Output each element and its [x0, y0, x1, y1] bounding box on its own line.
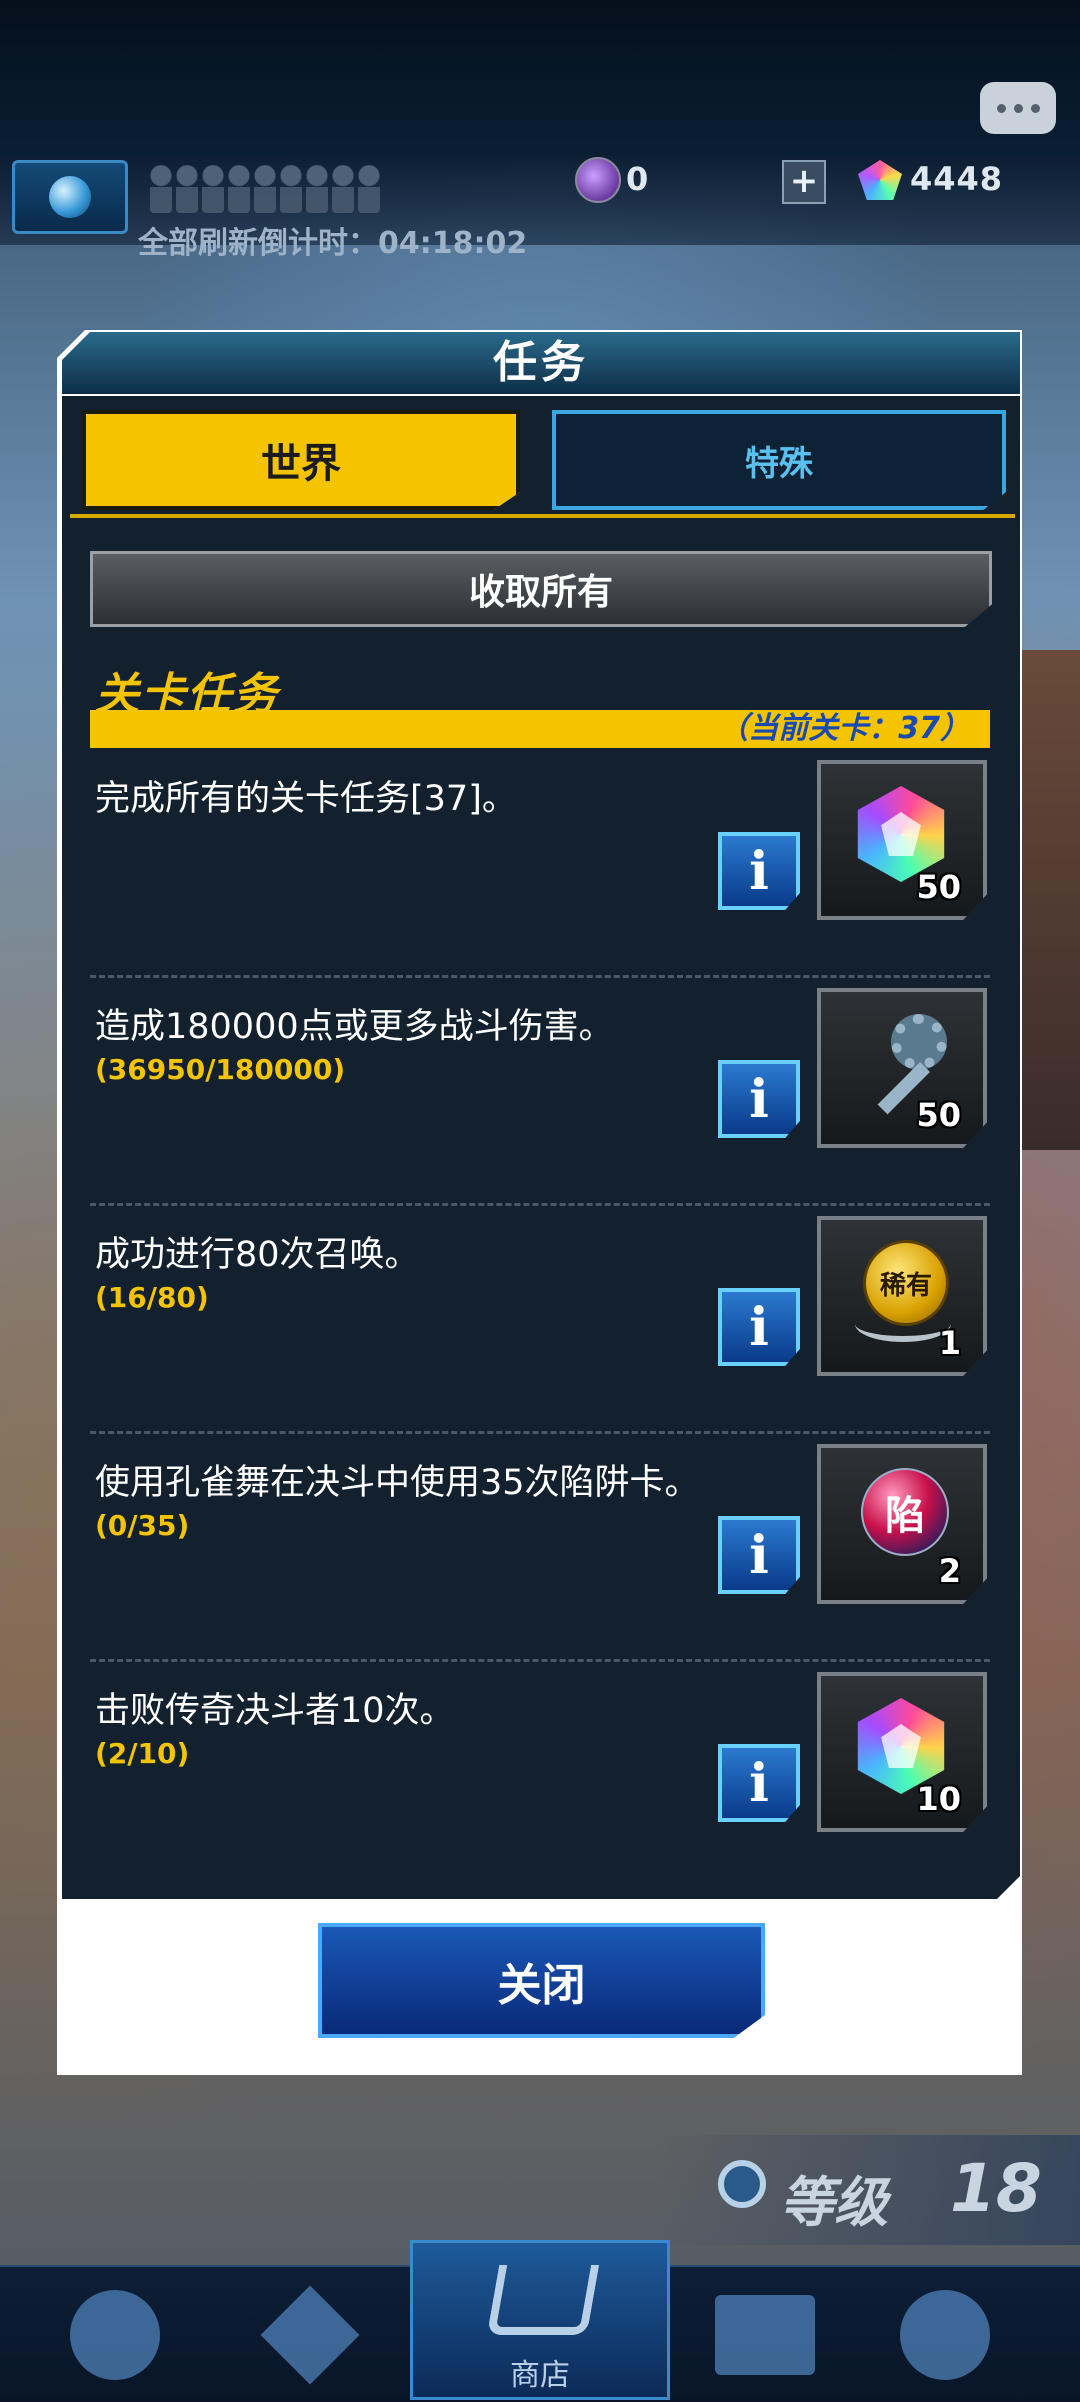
reward-quantity: 2: [938, 1552, 961, 1590]
cards-icon: [715, 2295, 815, 2375]
mission-progress: (2/10): [95, 1737, 190, 1770]
level-value: 18: [950, 2150, 1042, 2227]
mission-description: 成功进行80次召唤。: [95, 1235, 420, 1275]
tab-special[interactable]: 特殊: [552, 410, 1006, 510]
duelist-gear-icon: [70, 2290, 160, 2380]
mission-progress: (0/35): [95, 1509, 190, 1542]
nav-duel[interactable]: [245, 2275, 375, 2395]
cart-icon: [486, 2265, 600, 2335]
info-button[interactable]: i: [718, 1516, 800, 1594]
current-stage-label: （当前关卡：37）: [718, 711, 970, 746]
info-button[interactable]: i: [718, 1060, 800, 1138]
mission-description: 击败传奇决斗者10次。: [95, 1691, 455, 1731]
reward-slot[interactable]: 稀有 1: [817, 1216, 987, 1376]
nav-shop-label: 商店: [510, 2358, 570, 2393]
fist-emblem-icon: [900, 2290, 990, 2380]
player-silhouette-icon: [176, 165, 198, 213]
mission-item: 击败传奇决斗者10次。 (2/10) i 10: [90, 1662, 990, 1887]
mission-description: 完成所有的关卡任务[37]。: [95, 779, 517, 819]
nav-social[interactable]: [880, 2275, 1010, 2395]
add-currency-button[interactable]: +: [782, 160, 826, 204]
trap-orb-icon: 陷: [861, 1468, 949, 1556]
level-label: 等级: [780, 2171, 888, 2234]
reward-slot[interactable]: 陷 2: [817, 1444, 987, 1604]
dialog-title: 任务: [493, 337, 589, 388]
reward-quantity: 50: [916, 868, 961, 906]
globe-icon: [49, 176, 91, 218]
mission-progress: (36950/180000): [95, 1053, 346, 1086]
gem-count: 4448: [910, 160, 1004, 198]
reward-quantity: 50: [916, 1096, 961, 1134]
mission-description: 使用孔雀舞在决斗中使用35次陷阱卡。: [95, 1463, 700, 1503]
player-silhouette-icon: [254, 165, 276, 213]
collect-all-button[interactable]: 收取所有: [90, 551, 992, 627]
player-slots: [150, 165, 380, 213]
player-silhouette-icon: [150, 165, 172, 213]
refresh-countdown: 全部刷新倒计时：04:18:02: [138, 226, 528, 261]
orb-count: 0: [626, 160, 649, 198]
chat-button[interactable]: [980, 82, 1056, 134]
reward-quantity: 10: [916, 1780, 961, 1818]
reward-slot[interactable]: 50: [817, 760, 987, 920]
top-scene: [0, 0, 1080, 155]
reward-slot[interactable]: 50: [817, 988, 987, 1148]
crossed-swords-icon: [260, 2285, 360, 2385]
mission-item: 造成180000点或更多战斗伤害。 (36950/180000) i 50: [90, 978, 990, 1203]
player-silhouette-icon: [228, 165, 250, 213]
player-silhouette-icon: [358, 165, 380, 213]
nav-deck-build[interactable]: [50, 2275, 180, 2395]
player-silhouette-icon: [202, 165, 224, 213]
chat-dot-icon: [1013, 103, 1023, 113]
chat-dot-icon: [1030, 103, 1040, 113]
chat-dot-icon: [996, 103, 1006, 113]
refresh-icon: [718, 2160, 766, 2208]
mission-description: 造成180000点或更多战斗伤害。: [95, 1007, 614, 1047]
info-button[interactable]: i: [718, 1288, 800, 1366]
world-map-button[interactable]: [12, 160, 128, 234]
tab-world[interactable]: 世界: [82, 410, 520, 510]
player-silhouette-icon: [332, 165, 354, 213]
wreath-icon: [855, 1306, 951, 1342]
close-button[interactable]: 关闭: [318, 1923, 765, 2038]
mission-item: 使用孔雀舞在决斗中使用35次陷阱卡。 (0/35) i 陷 2: [90, 1434, 990, 1659]
player-silhouette-icon: [306, 165, 328, 213]
mission-item: 成功进行80次召唤。 (16/80) i 稀有 1: [90, 1206, 990, 1431]
reward-quantity: 1: [938, 1324, 961, 1362]
orb-currency-icon: [575, 157, 621, 203]
nav-cards[interactable]: [700, 2275, 830, 2395]
reward-slot[interactable]: 10: [817, 1672, 987, 1832]
tab-underline: [70, 514, 1015, 518]
background-building: [1020, 650, 1080, 1150]
mission-progress: (16/80): [95, 1281, 209, 1314]
mission-item: 完成所有的关卡任务[37]。 i 50: [90, 750, 990, 975]
player-silhouette-icon: [280, 165, 302, 213]
info-button[interactable]: i: [718, 832, 800, 910]
info-button[interactable]: i: [718, 1744, 800, 1822]
